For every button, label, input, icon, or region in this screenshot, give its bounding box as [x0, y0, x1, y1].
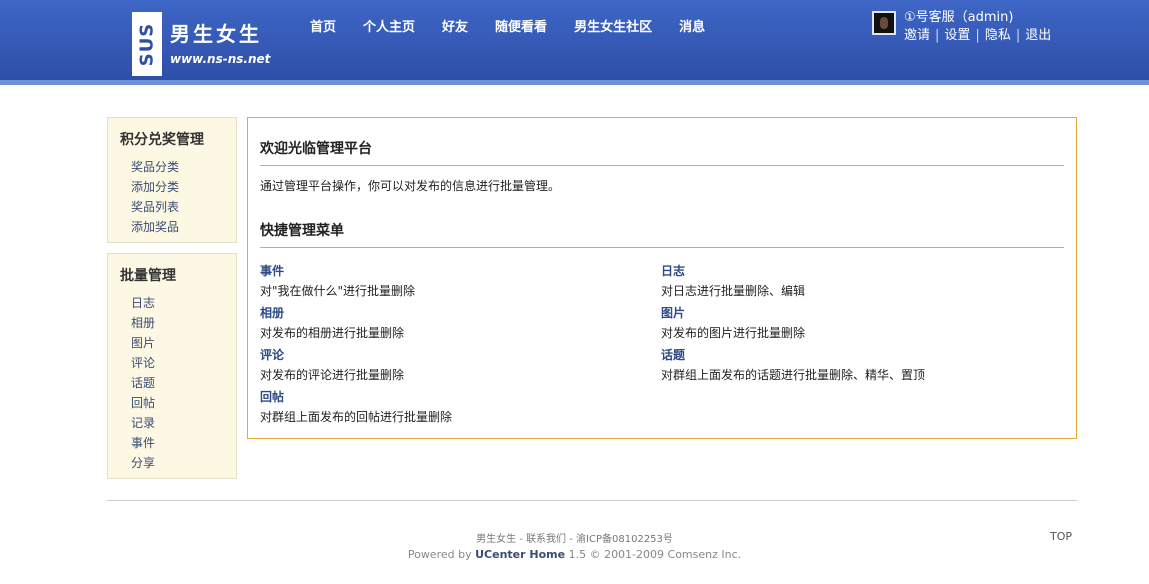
logo-url: www.ns-ns.net [170, 52, 271, 66]
footer-site-link[interactable]: 男生女生 [476, 534, 516, 545]
nav-home[interactable]: 首页 [310, 16, 336, 35]
footer-powered: Powered by UCenter Home 1.5 © 2001-2009 … [0, 548, 1149, 561]
settings-link[interactable]: 设置 [944, 28, 970, 43]
site-logo[interactable]: SUS 男生女生 www.ns-ns.net [132, 12, 272, 76]
header-bar: SUS 男生女生 www.ns-ns.net 首页 个人主页 好友 随便看看 男… [0, 0, 1149, 85]
user-links: 邀请 | 设置 | 隐私 | 退出 [904, 28, 1052, 43]
quick-item-desc: 对发布的图片进行批量删除 [661, 326, 806, 340]
quick-item-desc: 对群组上面发布的回帖进行批量删除 [260, 410, 453, 424]
logo-badge-text: SUS [136, 22, 158, 66]
powered-prefix: Powered by [407, 548, 472, 561]
footer-icp-link[interactable]: 渝ICP备08102253号 [576, 534, 673, 545]
sidebar-batch-title: 批量管理 [120, 268, 176, 284]
intro-text: 通过管理平台操作，你可以对发布的信息进行批量管理。 [260, 179, 561, 193]
quick-item-topics: 话题 对群组上面发布的话题进行批量删除、精华、置顶 [661, 346, 1051, 383]
quick-item-title[interactable]: 话题 [661, 346, 1051, 363]
privacy-link[interactable]: 隐私 [985, 28, 1011, 43]
avatar[interactable] [872, 11, 896, 35]
sidebar-item-events[interactable]: 事件 [131, 436, 155, 450]
quick-item-desc: 对群组上面发布的话题进行批量删除、精华、置顶 [661, 368, 926, 382]
sidebar-item-blog[interactable]: 日志 [131, 296, 155, 310]
invite-link[interactable]: 邀请 [904, 28, 930, 43]
sidebar-batch-box: 批量管理 日志 相册 图片 评论 话题 回帖 记录 事件 分享 [107, 253, 237, 479]
quick-item-desc: 对发布的相册进行批量删除 [260, 326, 405, 340]
sidebar-reward-box: 积分兑奖管理 奖品分类 添加分类 奖品列表 添加奖品 [107, 117, 237, 243]
nav-profile[interactable]: 个人主页 [363, 16, 415, 35]
sidebar-item-replies[interactable]: 回帖 [131, 396, 155, 410]
quick-item-pictures: 图片 对发布的图片进行批量删除 [661, 304, 1051, 341]
sidebar-item-prize-list[interactable]: 奖品列表 [131, 200, 179, 214]
quick-item-title[interactable]: 回帖 [260, 388, 650, 405]
quick-item-title[interactable]: 日志 [661, 262, 1051, 279]
product-name[interactable]: UCenter Home [475, 548, 565, 561]
quick-item-title[interactable]: 评论 [260, 346, 650, 363]
nav-browse[interactable]: 随便看看 [495, 16, 547, 35]
user-name[interactable]: ①号客服（admin) [904, 6, 1013, 25]
sidebar-item-add-prize[interactable]: 添加奖品 [131, 220, 179, 234]
sidebar-item-pictures[interactable]: 图片 [131, 336, 155, 350]
quick-item-album: 相册 对发布的相册进行批量删除 [260, 304, 650, 341]
nav-community[interactable]: 男生女生社区 [574, 16, 652, 35]
sidebar-item-records[interactable]: 记录 [131, 416, 155, 430]
quick-item-desc: 对发布的评论进行批量删除 [260, 368, 405, 382]
quick-item-replies: 回帖 对群组上面发布的回帖进行批量删除 [260, 388, 650, 425]
sidebar-item-topics[interactable]: 话题 [131, 376, 155, 390]
quick-item-title[interactable]: 相册 [260, 304, 650, 321]
divider [260, 165, 1064, 166]
logout-link[interactable]: 退出 [1025, 28, 1051, 43]
main-nav: 首页 个人主页 好友 随便看看 男生女生社区 消息 [310, 16, 732, 35]
main-panel: 欢迎光临管理平台 通过管理平台操作，你可以对发布的信息进行批量管理。 快捷管理菜… [247, 117, 1077, 439]
sidebar-item-prize-categories[interactable]: 奖品分类 [131, 160, 179, 174]
quick-item-title[interactable]: 事件 [260, 262, 650, 279]
quick-item-title[interactable]: 图片 [661, 304, 1051, 321]
sidebar-item-album[interactable]: 相册 [131, 316, 155, 330]
logo-title: 男生女生 [170, 22, 262, 46]
back-to-top-link[interactable]: TOP [1050, 530, 1072, 543]
quick-item-comments: 评论 对发布的评论进行批量删除 [260, 346, 650, 383]
footer-contact-link[interactable]: 联系我们 [526, 534, 566, 545]
footer-links: 男生女生 - 联系我们 - 渝ICP备08102253号 [476, 534, 673, 545]
quick-item-desc: 对日志进行批量删除、编辑 [661, 284, 806, 298]
divider [260, 247, 1064, 248]
footer-divider [107, 500, 1077, 501]
quick-item-desc: 对"我在做什么"进行批量删除 [260, 284, 416, 298]
version-copyright: 1.5 © 2001-2009 Comsenz Inc. [568, 548, 742, 561]
sidebar-item-shares[interactable]: 分享 [131, 456, 155, 470]
sidebar-item-comments[interactable]: 评论 [131, 356, 155, 370]
sidebar-item-add-category[interactable]: 添加分类 [131, 180, 179, 194]
nav-friends[interactable]: 好友 [442, 16, 468, 35]
quick-item-blog: 日志 对日志进行批量删除、编辑 [661, 262, 1051, 299]
sidebar-reward-title: 积分兑奖管理 [120, 132, 204, 148]
quick-menu-title: 快捷管理菜单 [260, 223, 344, 239]
welcome-title: 欢迎光临管理平台 [260, 141, 372, 157]
nav-messages[interactable]: 消息 [679, 16, 705, 35]
quick-item-events: 事件 对"我在做什么"进行批量删除 [260, 262, 650, 299]
logo-badge: SUS [132, 12, 162, 76]
